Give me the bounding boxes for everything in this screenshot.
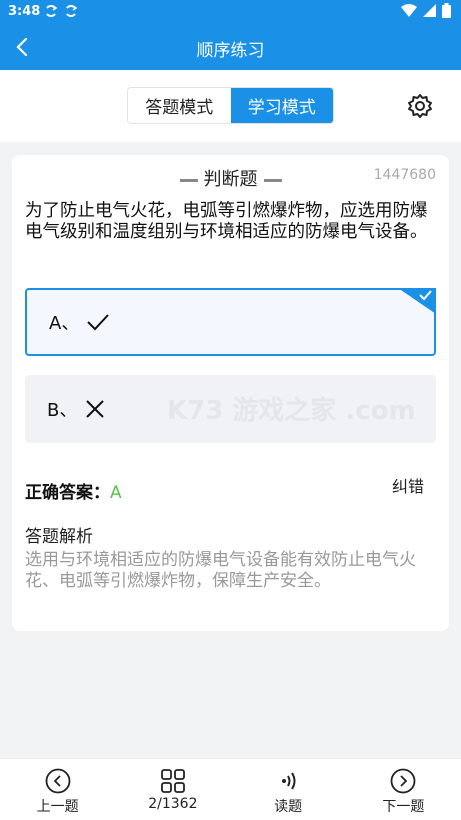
top-bar: 3:48 顺序练习 [0, 0, 461, 70]
report-error-button[interactable]: 纠错 [392, 473, 424, 497]
chevron-left-circle-icon [45, 768, 71, 794]
divider [179, 178, 198, 182]
option-label: B、 [47, 400, 78, 421]
next-label: 下一题 [382, 799, 425, 815]
sync-icon [44, 4, 58, 22]
wifi-icon [401, 4, 417, 21]
speaker-waves-icon [282, 772, 296, 790]
battery-icon [442, 3, 451, 22]
bottom-bar: 上一题 2/1362 读题 下一题 [0, 758, 461, 820]
next-button[interactable]: 下一题 [346, 759, 461, 820]
settings-button[interactable] [406, 92, 434, 120]
gear-icon [408, 94, 432, 118]
progress-label: 2/1362 [148, 796, 198, 812]
tab-study-mode[interactable]: 学习模式 [230, 88, 333, 123]
answer-label: 正确答案 [25, 483, 93, 503]
tab-answer-mode[interactable]: 答题模式 [128, 88, 231, 123]
cross-icon [85, 400, 105, 418]
read-button[interactable]: 读题 [231, 759, 346, 820]
question-type-label: 判断题 [203, 169, 258, 190]
status-bar: 3:48 [0, 0, 461, 24]
chevron-right-circle-icon [390, 768, 416, 794]
divider [263, 178, 282, 182]
checkmark-icon [87, 313, 110, 331]
mode-switch: 答题模式 学习模式 [127, 87, 334, 124]
explanation-text: 选用与环境相适应的防爆电气设备能有效防止电气火花、电弧等引燃爆炸物，保障生产安全… [25, 550, 416, 591]
signal-icon [423, 4, 436, 21]
explanation-title: 答题解析 [25, 527, 93, 547]
question-text: 为了防止电气火花，电弧等引燃爆炸物，应选用防爆电气级别和温度组别与环境相适应的防… [25, 201, 428, 242]
watermark: K73 游戏之家 .com [167, 396, 416, 426]
mode-bar: 答题模式 学习模式 [0, 70, 461, 142]
progress-button[interactable]: 2/1362 [115, 759, 230, 820]
prev-button[interactable]: 上一题 [0, 759, 115, 820]
option-a[interactable]: A、 [25, 288, 436, 356]
correct-answer: 正确答案：A [25, 478, 122, 503]
sync-icon [64, 4, 78, 22]
grid-icon [160, 769, 185, 793]
answer-value: A [110, 483, 122, 503]
prev-label: 上一题 [36, 799, 79, 815]
answer-separator: ： [93, 483, 110, 503]
selected-check-icon [398, 288, 436, 314]
read-label: 读题 [274, 799, 303, 815]
status-time: 3:48 [8, 4, 41, 19]
page-title: 顺序练习 [196, 41, 265, 61]
option-label: A、 [49, 313, 80, 334]
question-card: 判断题 1447680 为了防止电气火花，电弧等引燃爆炸物，应选用防爆电气级别和… [12, 155, 449, 631]
question-id: 1447680 [373, 167, 436, 183]
